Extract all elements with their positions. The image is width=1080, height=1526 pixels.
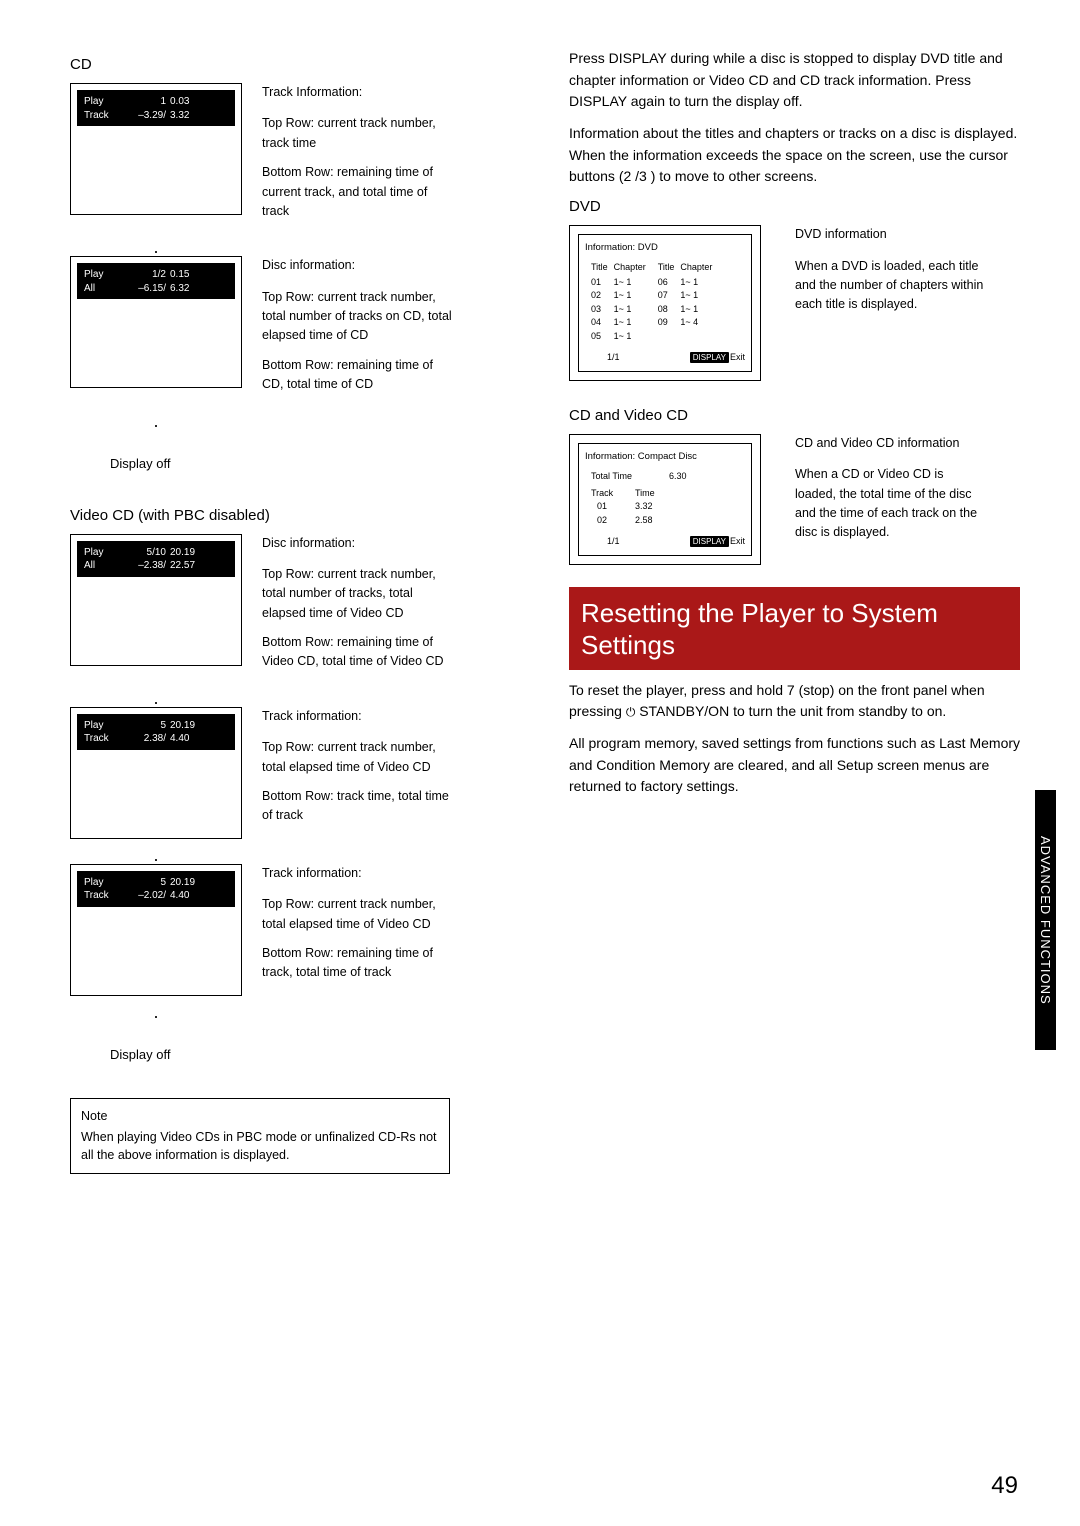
- down-caret-icon: .: [70, 688, 242, 709]
- display-vcd-track-elapsed: Play520.19 Track2.38/4.40: [70, 707, 242, 839]
- page-number: 49: [991, 1472, 1018, 1500]
- display-cd-disc: Play1/20.15 All–6.15/6.32: [70, 256, 242, 388]
- section-banner: Resetting the Player to System Settings: [569, 587, 1020, 670]
- reset-para-2: All program memory, saved settings from …: [569, 733, 1020, 798]
- intro-para-1: Press DISPLAY during while a disc is sto…: [569, 48, 1020, 113]
- reset-para-1: To reset the player, press and hold 7 (s…: [569, 680, 1020, 723]
- down-caret-icon: .: [70, 237, 242, 258]
- desc-dvd-info: DVD information When a DVD is loaded, ea…: [795, 225, 985, 315]
- desc-cd-disc: Disc information: Top Row: current track…: [262, 256, 452, 404]
- desc-vcd-track-remaining: Track information: Top Row: current trac…: [262, 864, 452, 993]
- down-caret-icon: .: [70, 1002, 242, 1023]
- display-cd-track: Play10.03 Track–3.29/3.32: [70, 83, 242, 215]
- desc-vcd-disc: Disc information: Top Row: current track…: [262, 534, 452, 682]
- info-screen-cd: Information: Compact Disc Total Time 6.3…: [569, 434, 761, 565]
- cd-heading: CD: [70, 56, 521, 73]
- cd-vcd-heading: CD and Video CD: [569, 407, 1020, 424]
- dvd-heading: DVD: [569, 198, 1020, 215]
- display-off-label-2: Display off: [110, 1047, 521, 1062]
- vcd-heading: Video CD (with PBC disabled): [70, 507, 521, 524]
- power-icon: [626, 703, 636, 719]
- note-box: Note When playing Video CDs in PBC mode …: [70, 1098, 450, 1174]
- desc-vcd-track-elapsed: Track information: Top Row: current trac…: [262, 707, 452, 836]
- display-vcd-track-remaining: Play520.19 Track–2.02/4.40: [70, 864, 242, 996]
- side-tab-advanced-functions: ADVANCED FUNCTIONS: [1035, 790, 1056, 1050]
- down-caret-icon: .: [70, 411, 242, 432]
- info-screen-dvd: Information: DVD Title 0102030405 Chapte…: [569, 225, 761, 381]
- desc-cd-info: CD and Video CD information When a CD or…: [795, 434, 985, 543]
- desc-cd-track: Track Information: Top Row: current trac…: [262, 83, 452, 231]
- down-caret-icon: .: [70, 845, 242, 866]
- intro-para-2: Information about the titles and chapter…: [569, 123, 1020, 188]
- display-vcd-disc: Play5/1020.19 All–2.38/22.57: [70, 534, 242, 666]
- display-off-label: Display off: [110, 456, 521, 471]
